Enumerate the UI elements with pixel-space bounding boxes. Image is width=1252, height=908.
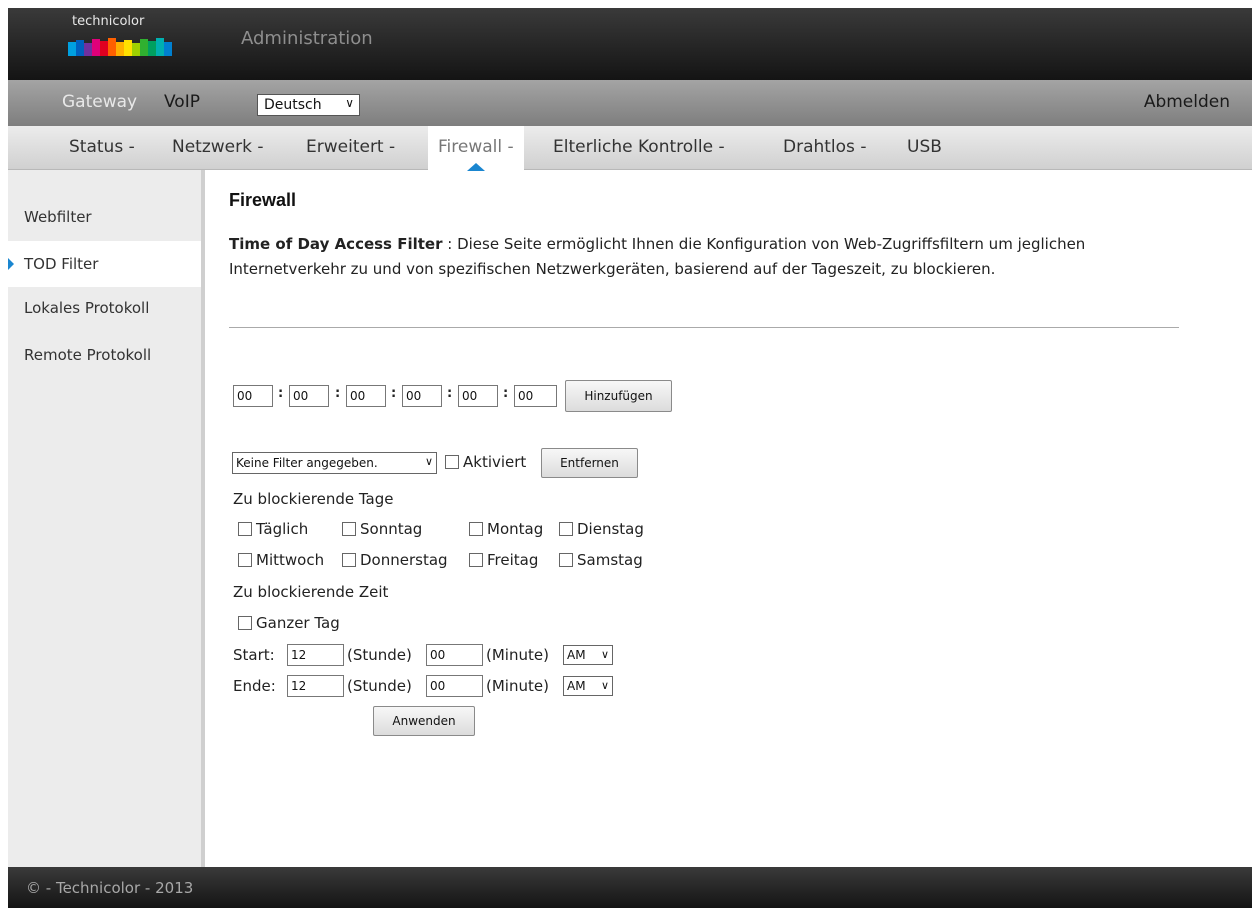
logo-color-bars-icon — [68, 38, 172, 56]
tab-erweitert[interactable]: Erweitert - — [306, 126, 395, 170]
apply-button[interactable]: Anwenden — [373, 706, 475, 736]
mac-field-4[interactable]: 00 — [402, 385, 442, 407]
language-select-value: Deutsch — [264, 97, 322, 113]
logo-text: technicolor — [72, 14, 145, 29]
saturday-label: Samstag — [577, 551, 643, 569]
tab-firewall[interactable]: Firewall - — [428, 126, 524, 171]
sunday-label: Sonntag — [360, 520, 423, 538]
monday-label: Montag — [487, 520, 544, 538]
chevron-down-icon: ∨ — [600, 679, 609, 692]
top-header: technicolor Administration — [8, 8, 1252, 80]
tab-elterliche-kontrolle[interactable]: Elterliche Kontrolle - — [553, 126, 725, 170]
end-hour-input[interactable]: 12 — [287, 675, 344, 697]
mac-separator: : — [335, 386, 341, 401]
mac-field-1[interactable]: 00 — [233, 385, 273, 407]
nav-voip[interactable]: VoIP — [164, 92, 200, 112]
chevron-down-icon: ∨ — [345, 96, 354, 110]
tab-usb[interactable]: USB — [907, 126, 942, 170]
chevron-down-icon: ∨ — [600, 648, 609, 661]
mac-separator: : — [278, 386, 284, 401]
mac-separator: : — [503, 386, 509, 401]
page-description: Time of Day Access Filter : Diese Seite … — [229, 232, 1189, 282]
end-minute-input[interactable]: 00 — [426, 675, 483, 697]
monday-checkbox[interactable] — [469, 522, 483, 536]
all-day-checkbox[interactable] — [238, 616, 252, 630]
tab-status[interactable]: Status - — [69, 126, 135, 170]
section-tabs: Status - Netzwerk - Erweitert - Firewall… — [8, 126, 1252, 171]
start-label: Start: — [233, 646, 275, 664]
mac-separator: : — [391, 386, 397, 401]
friday-label: Freitag — [487, 551, 539, 569]
start-minute-unit: (Minute) — [486, 646, 549, 664]
sidebar-item-label: TOD Filter — [24, 255, 99, 273]
active-arrow-icon — [8, 258, 14, 270]
sidebar: Webfilter TOD Filter Lokales Protokoll R… — [8, 170, 205, 867]
friday-checkbox[interactable] — [469, 553, 483, 567]
all-day-label: Ganzer Tag — [256, 614, 340, 632]
sidebar-item-label: Webfilter — [24, 208, 92, 226]
start-hour-unit: (Stunde) — [347, 646, 412, 664]
footer-copyright: © - Technicolor - 2013 — [26, 879, 194, 897]
mac-separator: : — [447, 386, 453, 401]
wednesday-checkbox[interactable] — [238, 553, 252, 567]
mac-field-3[interactable]: 00 — [346, 385, 386, 407]
saturday-checkbox[interactable] — [559, 553, 573, 567]
thursday-checkbox[interactable] — [342, 553, 356, 567]
active-tab-caret-icon — [466, 163, 485, 171]
start-ampm-value: AM — [567, 648, 586, 662]
sidebar-item-remote-protokoll[interactable]: Remote Protokoll — [8, 332, 201, 378]
end-minute-unit: (Minute) — [486, 677, 549, 695]
end-hour-unit: (Stunde) — [347, 677, 412, 695]
logout-link[interactable]: Abmelden — [1144, 92, 1230, 112]
nav-gateway[interactable]: Gateway — [62, 92, 137, 112]
sidebar-item-webfilter[interactable]: Webfilter — [8, 194, 201, 240]
tuesday-checkbox[interactable] — [559, 522, 573, 536]
tuesday-label: Dienstag — [577, 520, 644, 538]
wednesday-label: Mittwoch — [256, 551, 325, 569]
filter-select[interactable]: Keine Filter angegeben. ∨ — [232, 452, 437, 474]
page-title: Firewall — [229, 190, 297, 210]
sunday-checkbox[interactable] — [342, 522, 356, 536]
time-heading: Zu blockierende Zeit — [233, 583, 389, 601]
days-heading: Zu blockierende Tage — [233, 490, 394, 508]
thursday-label: Donnerstag — [360, 551, 448, 569]
start-minute-input[interactable]: 00 — [426, 644, 483, 666]
add-button[interactable]: Hinzufügen — [565, 380, 672, 412]
sidebar-item-label: Remote Protokoll — [24, 346, 152, 364]
end-ampm-select[interactable]: AM ∨ — [563, 676, 613, 696]
sidebar-item-label: Lokales Protokoll — [24, 299, 150, 317]
filter-select-value: Keine Filter angegeben. — [236, 456, 378, 470]
mac-field-6[interactable]: 00 — [514, 385, 557, 407]
remove-button[interactable]: Entfernen — [541, 448, 638, 478]
sidebar-item-tod-filter[interactable]: TOD Filter — [8, 241, 201, 287]
tab-firewall-label: Firewall - — [438, 137, 514, 157]
footer: © - Technicolor - 2013 — [8, 867, 1252, 908]
start-ampm-select[interactable]: AM ∨ — [563, 645, 613, 665]
description-heading: Time of Day Access Filter — [229, 235, 443, 253]
end-label: Ende: — [233, 677, 276, 695]
main-nav-bar: Gateway VoIP Deutsch ∨ Abmelden — [8, 80, 1252, 126]
mac-field-5[interactable]: 00 — [458, 385, 498, 407]
app-title: Administration — [241, 28, 373, 49]
enabled-checkbox[interactable] — [445, 455, 459, 469]
technicolor-logo[interactable]: technicolor — [64, 14, 174, 64]
language-select[interactable]: Deutsch ∨ — [257, 94, 360, 116]
start-hour-input[interactable]: 12 — [287, 644, 344, 666]
tab-drahtlos[interactable]: Drahtlos - — [783, 126, 866, 170]
enabled-label: Aktiviert — [463, 453, 527, 471]
divider — [229, 327, 1179, 328]
end-ampm-value: AM — [567, 679, 586, 693]
chevron-down-icon: ∨ — [424, 455, 433, 468]
tab-netzwerk[interactable]: Netzwerk - — [172, 126, 264, 170]
daily-checkbox[interactable] — [238, 522, 252, 536]
sidebar-item-lokales-protokoll[interactable]: Lokales Protokoll — [8, 285, 201, 331]
daily-label: Täglich — [256, 520, 309, 538]
mac-field-2[interactable]: 00 — [289, 385, 329, 407]
